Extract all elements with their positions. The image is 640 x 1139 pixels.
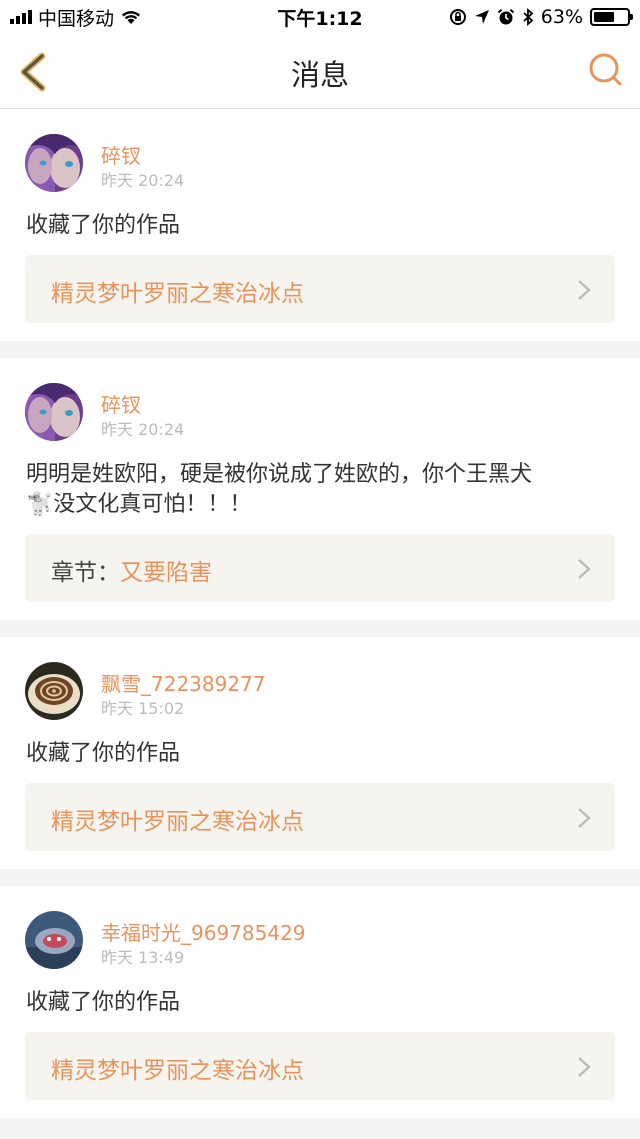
username[interactable]: 碎钗 bbox=[101, 140, 141, 169]
chevron-right-icon bbox=[578, 280, 591, 300]
signal-icon bbox=[10, 10, 32, 24]
username[interactable]: 幸福时光_969785429 bbox=[101, 917, 306, 946]
message-text: 收藏了你的作品 bbox=[26, 213, 181, 238]
timestamp: 昨天 20:24 bbox=[101, 420, 185, 439]
search-button[interactable] bbox=[586, 50, 626, 90]
chapter-title: 又要陷害 bbox=[120, 560, 212, 586]
avatar[interactable] bbox=[25, 134, 83, 192]
work-link[interactable]: 精灵梦叶罗丽之寒治冰点 bbox=[25, 255, 615, 323]
chevron-right-icon bbox=[578, 1057, 591, 1077]
message-card: 碎钗 昨天 20:24 收藏了你的作品 精灵梦叶罗丽之寒治冰点 bbox=[0, 109, 640, 341]
work-title: 精灵梦叶罗丽之寒治冰点 bbox=[51, 809, 304, 835]
nav-bar: 消息 bbox=[0, 34, 640, 109]
alarm-icon bbox=[497, 9, 514, 25]
message-text: 收藏了你的作品 bbox=[26, 990, 181, 1015]
timestamp: 昨天 20:24 bbox=[101, 171, 185, 190]
work-link[interactable]: 精灵梦叶罗丽之寒治冰点 bbox=[25, 783, 615, 851]
lock-rotation-icon bbox=[449, 9, 466, 25]
username[interactable]: 飘雪_722389277 bbox=[101, 668, 266, 697]
message-text: 明明是姓欧阳，硬是被你说成了姓欧的，你个王黑犬 🐩没文化真可怕！！！ bbox=[0, 444, 640, 520]
battery-icon bbox=[590, 8, 633, 26]
timestamp: 昨天 13:49 bbox=[101, 948, 185, 967]
chapter-link[interactable]: 章节：又要陷害 bbox=[25, 534, 615, 602]
message-line: 没文化真可怕！！！ bbox=[53, 492, 252, 517]
chevron-right-icon bbox=[578, 808, 591, 828]
message-card: 幸福时光_969785429 昨天 13:49 收藏了你的作品 精灵梦叶罗丽之寒… bbox=[0, 886, 640, 1118]
message-card: 碎钗 昨天 20:24 明明是姓欧阳，硬是被你说成了姓欧的，你个王黑犬 🐩没文化… bbox=[0, 358, 640, 620]
page-title: 消息 bbox=[290, 58, 349, 92]
message-list: 碎钗 昨天 20:24 收藏了你的作品 精灵梦叶罗丽之寒治冰点 碎钗 昨天 20… bbox=[0, 109, 640, 1135]
avatar[interactable] bbox=[25, 383, 83, 441]
username[interactable]: 碎钗 bbox=[101, 389, 141, 418]
wifi-icon bbox=[122, 11, 141, 24]
message-card: 飘雪_722389277 昨天 15:02 收藏了你的作品 精灵梦叶罗丽之寒治冰… bbox=[0, 637, 640, 869]
battery-percent: 63% bbox=[540, 6, 583, 28]
bluetooth-icon bbox=[523, 8, 534, 26]
message-text: 收藏了你的作品 bbox=[26, 741, 181, 766]
avatar[interactable] bbox=[25, 662, 83, 720]
work-link[interactable]: 精灵梦叶罗丽之寒治冰点 bbox=[25, 1032, 615, 1100]
carrier-label: 中国移动 bbox=[38, 7, 115, 30]
location-icon bbox=[474, 10, 489, 24]
timestamp: 昨天 15:02 bbox=[101, 699, 185, 718]
message-line: 明明是姓欧阳，硬是被你说成了姓欧的，你个王黑犬 bbox=[26, 462, 533, 487]
work-title: 精灵梦叶罗丽之寒治冰点 bbox=[51, 1058, 304, 1084]
avatar[interactable] bbox=[25, 911, 83, 969]
status-bar: 中国移动 下午1:12 63% bbox=[0, 0, 640, 34]
chapter-label: 章节： bbox=[51, 560, 120, 586]
poodle-emoji: 🐩 bbox=[26, 492, 54, 517]
work-title: 精灵梦叶罗丽之寒治冰点 bbox=[51, 281, 304, 307]
chevron-right-icon bbox=[578, 559, 591, 579]
